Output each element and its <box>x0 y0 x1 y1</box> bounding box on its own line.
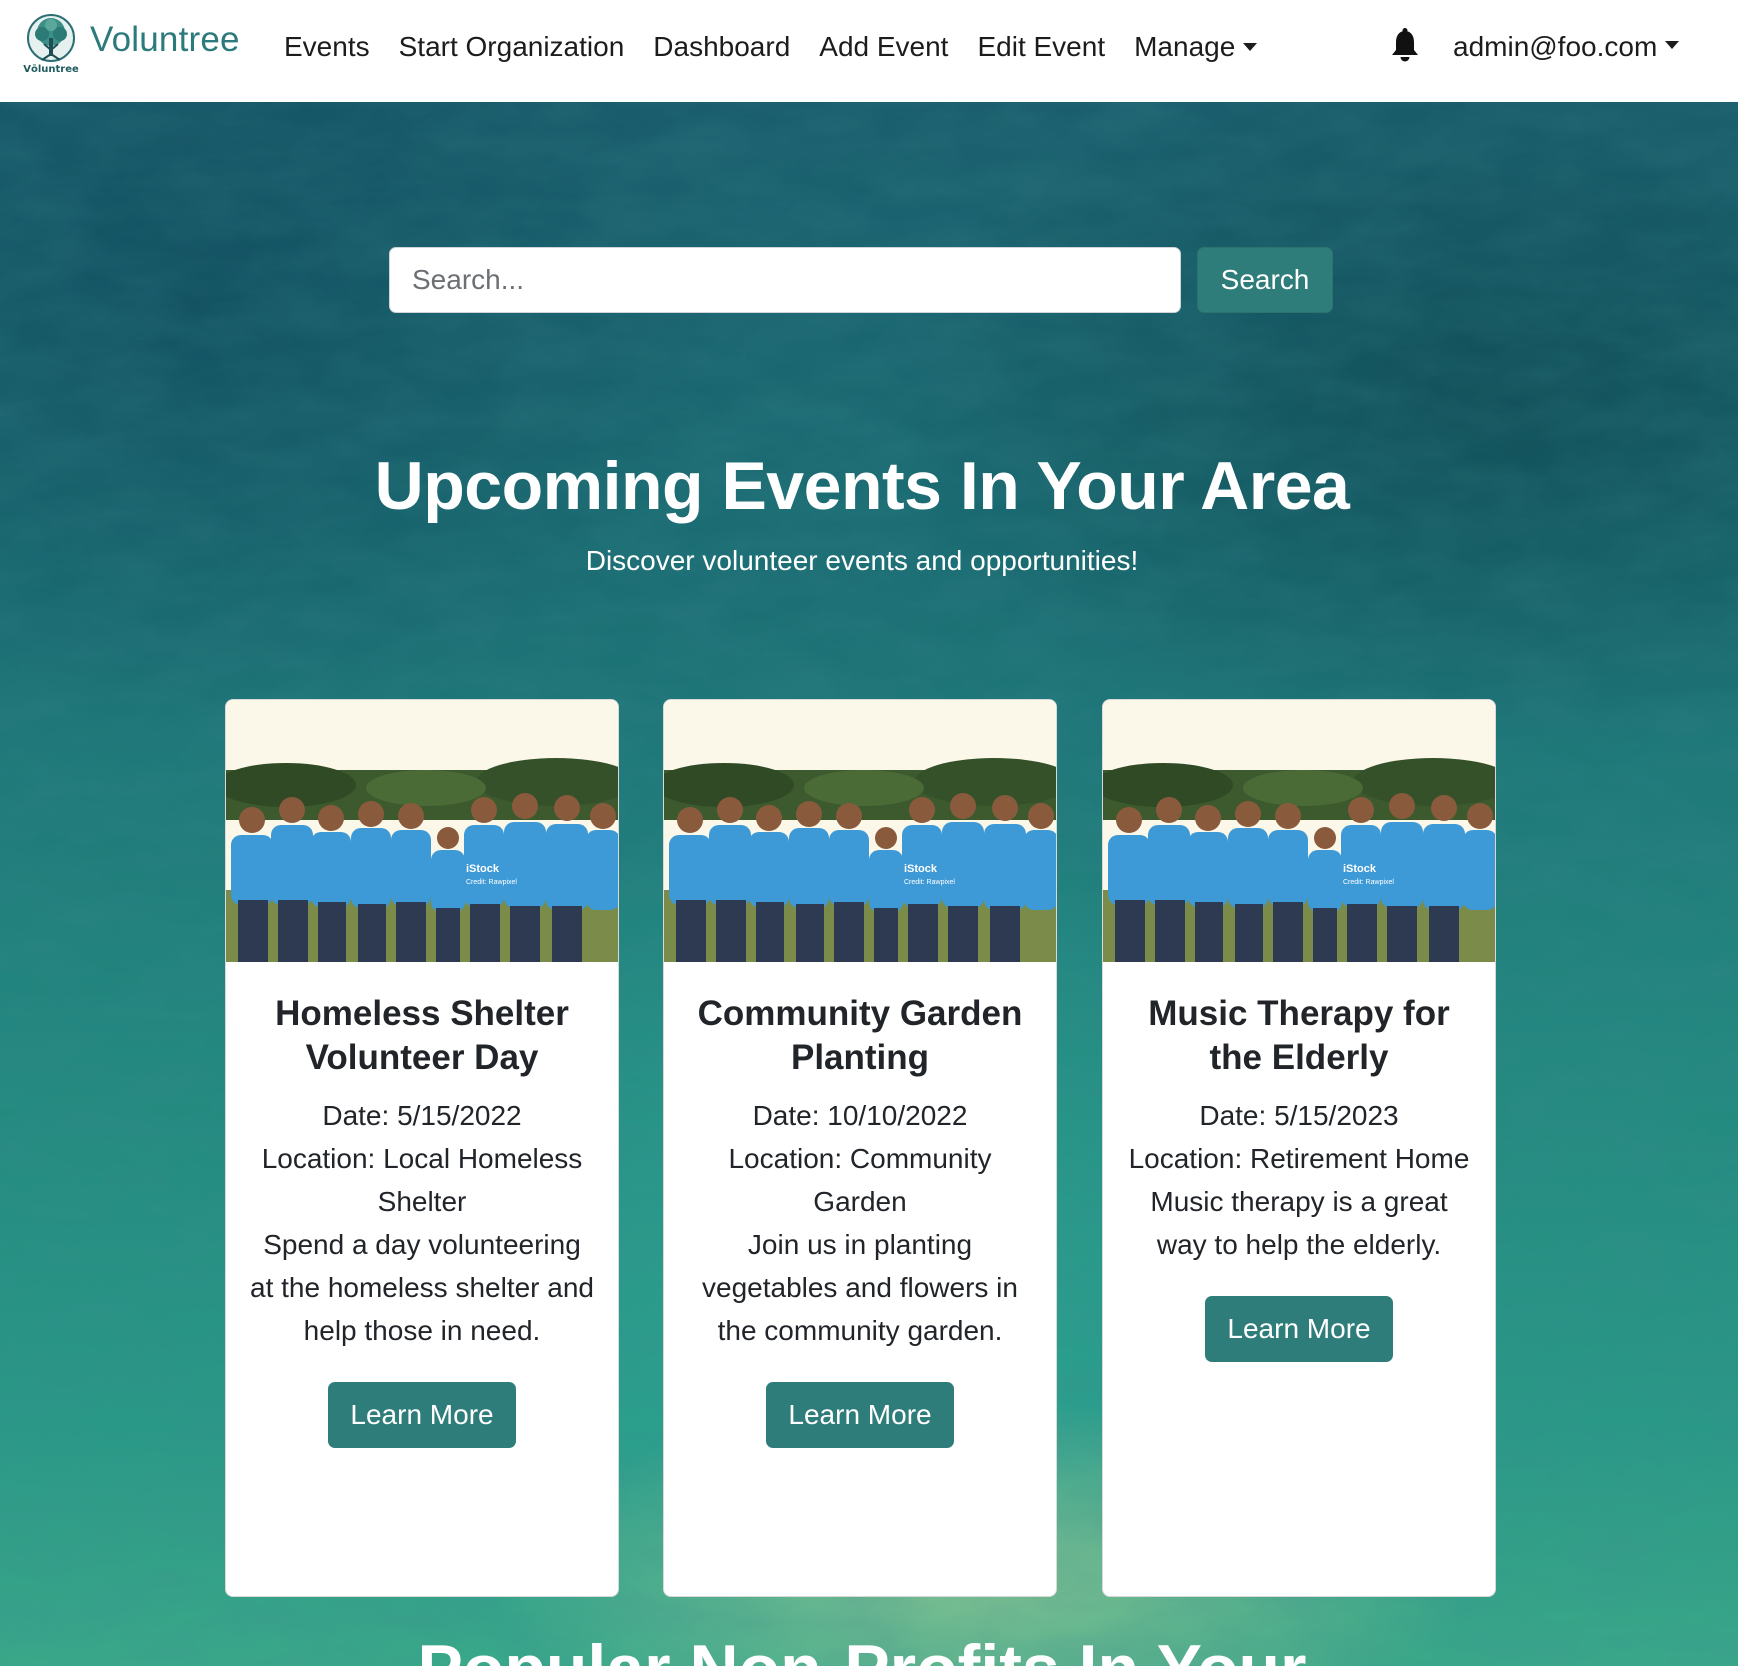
bell-icon[interactable] <box>1390 28 1420 64</box>
event-description: Music therapy is a great way to help the… <box>1150 1186 1448 1260</box>
tree-logo-icon: Vōluntree <box>22 14 80 78</box>
event-title: Community Garden Planting <box>697 994 1023 1077</box>
event-date: Date: 5/15/2022 <box>322 1100 522 1131</box>
navbar: Vōluntree Voluntree Events Start Organiz… <box>0 0 1738 102</box>
learn-more-button[interactable]: Learn More <box>766 1382 954 1448</box>
image-credit: Credit: Rawpixel <box>1343 879 1394 886</box>
volunteer-group-photo: iStock Credit: Rawpixel <box>1103 700 1495 962</box>
event-card-body: Music Therapy for the Elderly Date: 5/15… <box>1103 992 1495 1362</box>
image-watermark: iStock <box>904 863 938 875</box>
search-input[interactable] <box>389 247 1181 313</box>
page-title: Upcoming Events In Your Area <box>374 448 1350 524</box>
event-date: Date: 10/10/2022 <box>752 1100 968 1131</box>
learn-more-button[interactable]: Learn More <box>1205 1296 1393 1362</box>
event-card: iStock Credit: Rawpixel Homeless Shelter… <box>225 699 619 1597</box>
user-menu-dropdown[interactable]: admin@foo.com <box>1453 0 1680 94</box>
nav-start-organization[interactable]: Start Organization <box>399 31 625 63</box>
volunteer-group-photo: iStock Credit: Rawpixel <box>226 700 618 962</box>
page-subtitle: Discover volunteer events and opportunit… <box>585 545 1139 576</box>
event-card-body: Homeless Shelter Volunteer Day Date: 5/1… <box>226 992 618 1448</box>
image-watermark: iStock <box>466 863 500 875</box>
event-description: Spend a day volunteering at the homeless… <box>250 1229 594 1346</box>
brand-link[interactable]: Vōluntree Voluntree <box>22 14 240 78</box>
event-title: Homeless Shelter Volunteer Day <box>275 994 569 1077</box>
event-description: Join us in planting vegetables and flowe… <box>702 1229 1018 1346</box>
user-email: admin@foo.com <box>1453 31 1658 62</box>
learn-more-button[interactable]: Learn More <box>328 1382 516 1448</box>
image-credit: Credit: Rawpixel <box>466 879 517 886</box>
event-card: iStock Credit: Rawpixel Community Garden… <box>663 699 1057 1597</box>
image-credit: Credit: Rawpixel <box>904 879 955 886</box>
event-card-body: Community Garden Planting Date: 10/10/20… <box>664 992 1056 1448</box>
brand-name: Voluntree <box>90 20 240 59</box>
nav-dashboard[interactable]: Dashboard <box>653 31 790 63</box>
nav-events[interactable]: Events <box>284 31 370 63</box>
popular-nonprofits-title: Popular Non-Profits In Your <box>0 1630 1724 1666</box>
event-location: Location: Retirement Home <box>1128 1143 1470 1174</box>
caret-down-icon <box>1665 41 1680 49</box>
image-watermark: iStock <box>1343 863 1377 875</box>
caret-down-icon <box>1243 42 1258 51</box>
main-nav: Events Start Organization Dashboard Add … <box>284 0 1286 94</box>
nav-manage-label: Manage <box>1134 31 1236 62</box>
volunteer-group-photo: iStock Credit: Rawpixel <box>664 700 1056 962</box>
event-card: iStock Credit: Rawpixel Music Therapy fo… <box>1102 699 1496 1597</box>
nav-manage-dropdown[interactable]: Manage <box>1134 31 1258 63</box>
event-title: Music Therapy for the Elderly <box>1148 994 1450 1077</box>
event-location: Location: Local Homeless Shelter <box>261 1143 583 1217</box>
nav-add-event[interactable]: Add Event <box>819 31 948 63</box>
nav-edit-event[interactable]: Edit Event <box>977 31 1105 63</box>
search-button[interactable]: Search <box>1197 247 1333 313</box>
event-date: Date: 5/15/2023 <box>1199 1100 1399 1131</box>
event-location: Location: Community Garden <box>728 1143 992 1217</box>
logo-caption: Vōluntree <box>23 64 79 75</box>
hero-section: Search Upcoming Events In Your Area Disc… <box>0 102 1738 1666</box>
